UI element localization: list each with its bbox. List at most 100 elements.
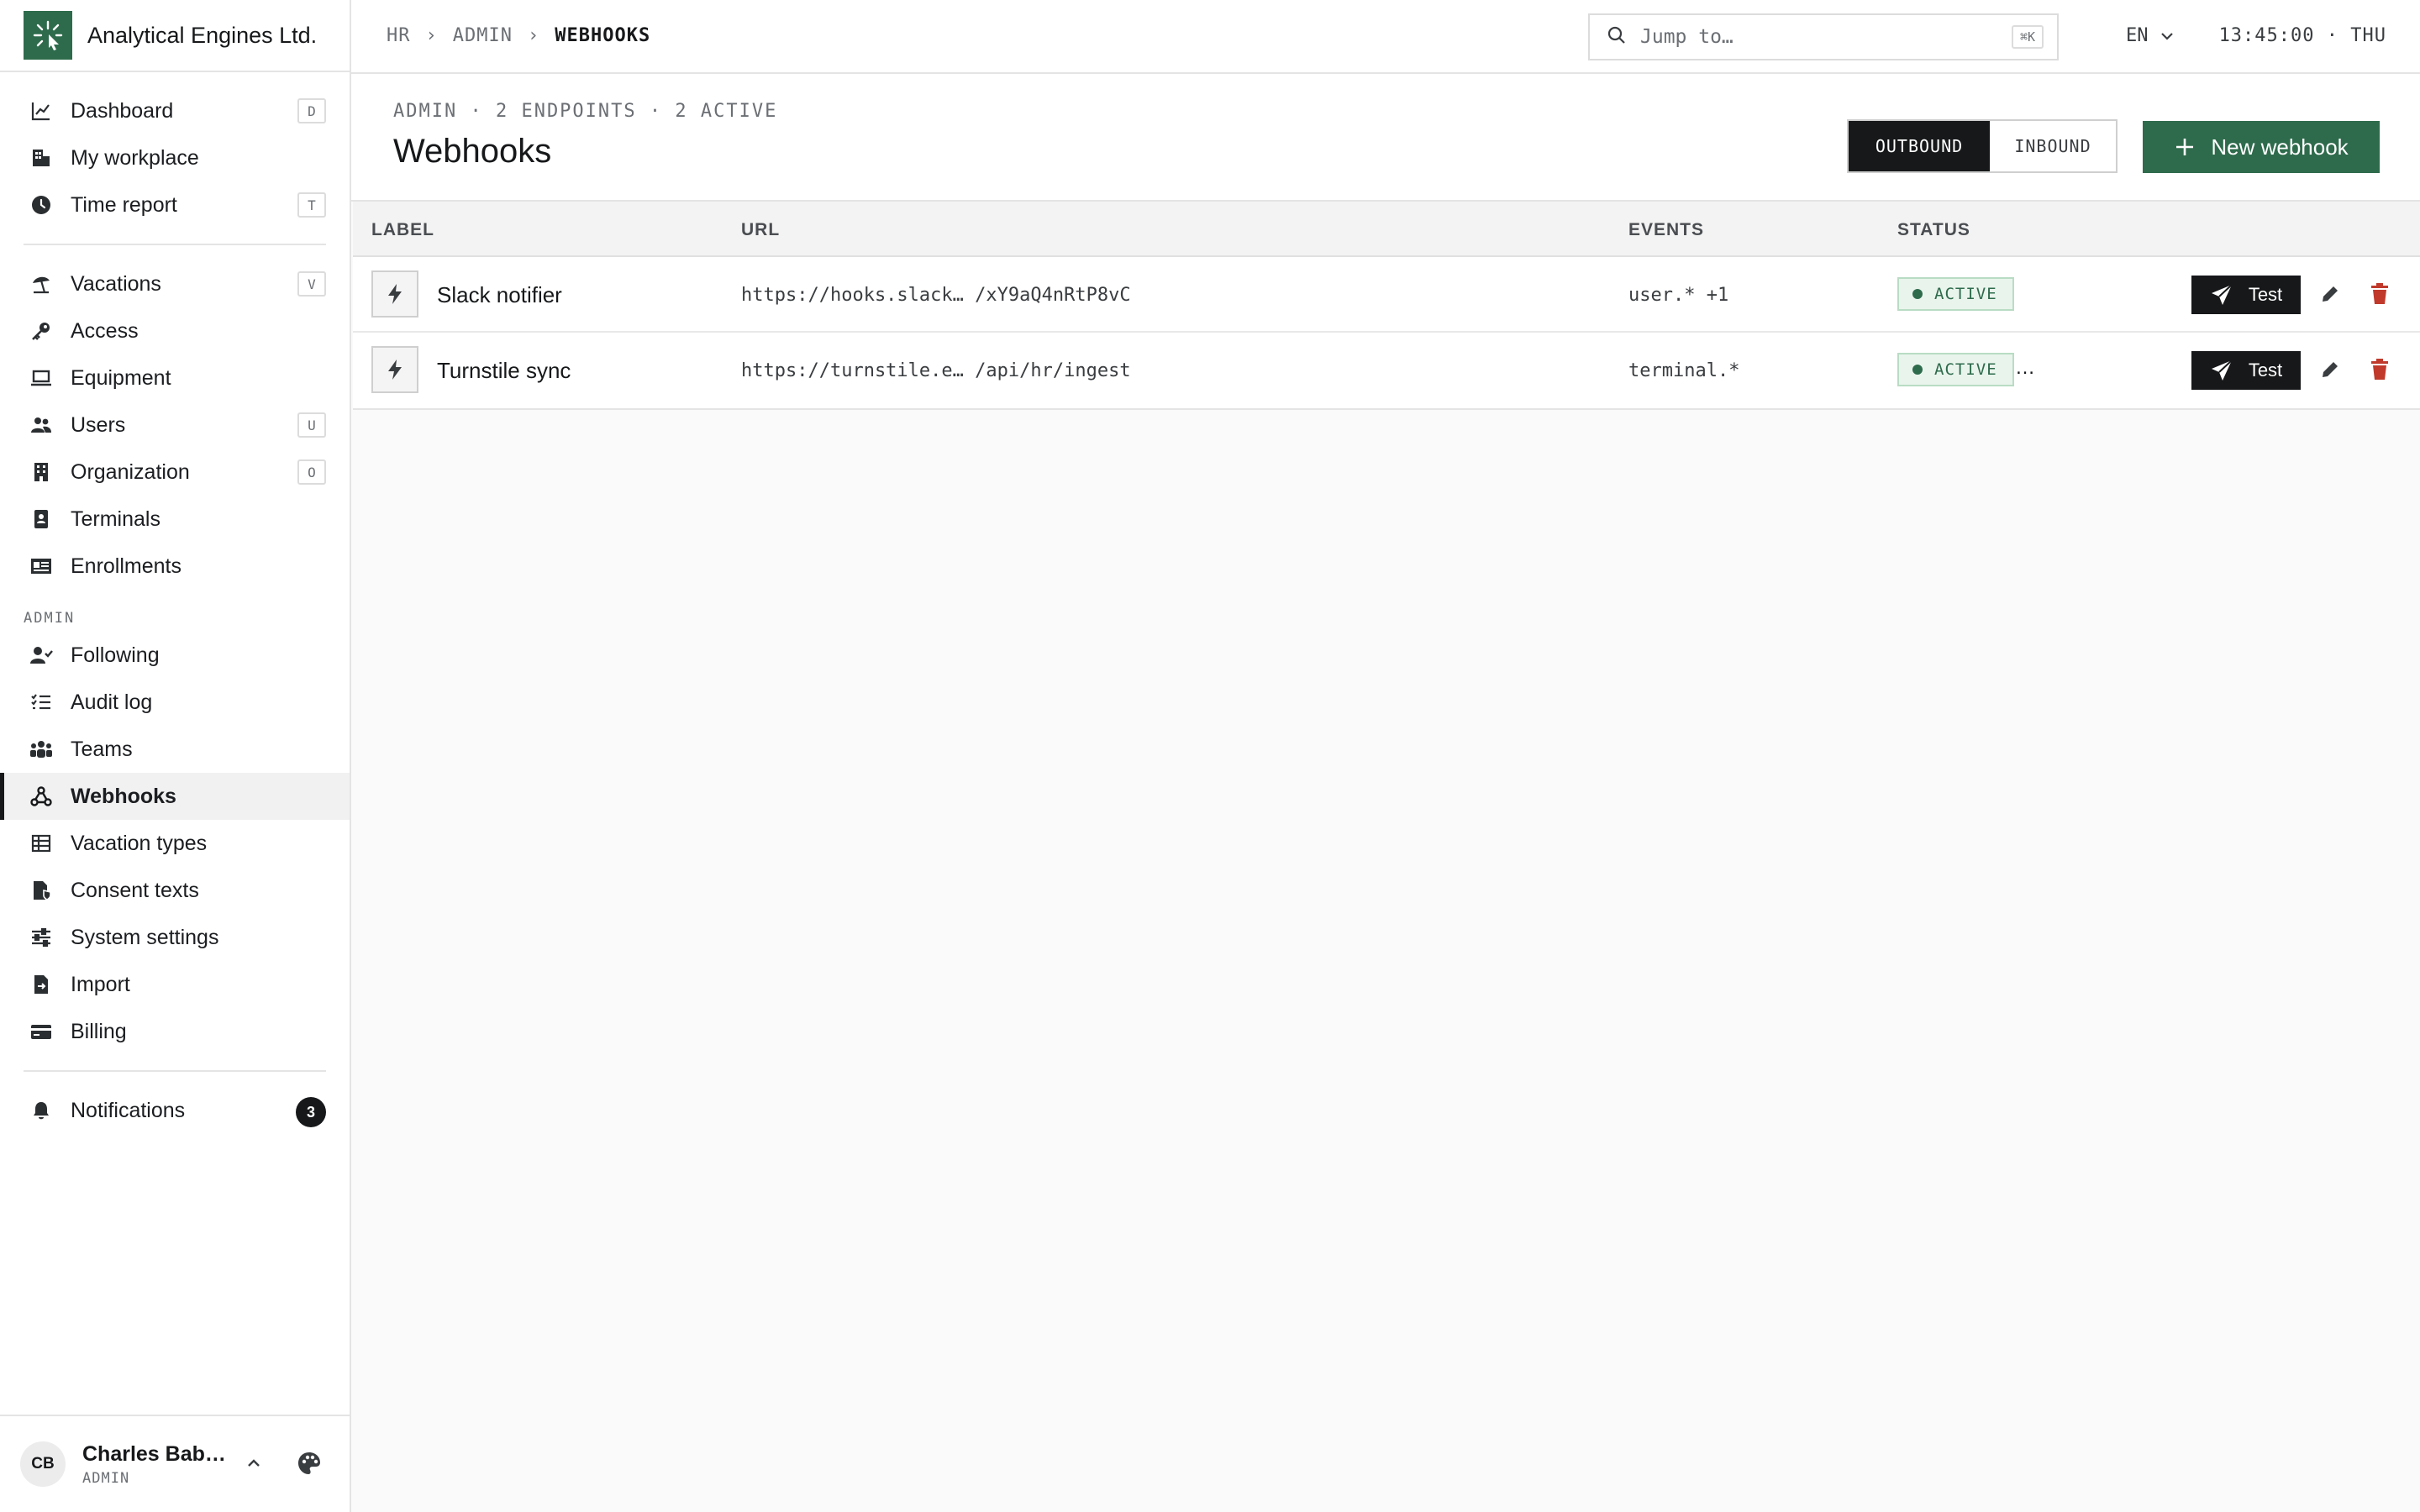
sidebar-item-webhooks[interactable]: Webhooks: [0, 773, 350, 820]
sidebar-item-label: My workplace: [71, 145, 199, 170]
test-webhook-button[interactable]: Test: [2191, 276, 2301, 314]
sidebar-item-label: Consent texts: [71, 878, 199, 902]
sidebar-item-users[interactable]: Users U: [0, 402, 350, 449]
column-header-label: LABEL: [371, 220, 434, 239]
webhook-icon: [29, 784, 54, 809]
key-icon: [29, 318, 54, 344]
pencil-icon[interactable]: [2319, 359, 2341, 385]
sidebar-item-billing[interactable]: Billing: [0, 1008, 350, 1055]
test-webhook-button[interactable]: Test: [2191, 351, 2301, 390]
sidebar-item-label: Equipment: [71, 365, 171, 390]
trash-icon[interactable]: [2370, 283, 2390, 309]
status-text: ACTIVE: [1934, 360, 1997, 379]
search-icon: [1607, 25, 1627, 50]
column-header-status: STATUS: [1897, 220, 1970, 239]
tab-inbound[interactable]: INBOUND: [1990, 121, 2116, 171]
sidebar-item-label: Notifications: [71, 1098, 186, 1122]
language-value: EN: [2126, 25, 2149, 46]
sidebar-item-vacations[interactable]: Vacations V: [0, 260, 350, 307]
webhook-events: terminal.*: [1628, 360, 1740, 381]
shortcut-hint: V: [297, 271, 326, 297]
sidebar-item-dashboard[interactable]: Dashboard D: [0, 87, 350, 134]
direction-toggle: OUTBOUND INBOUND: [1847, 119, 2118, 173]
section-label-admin: ADMIN: [24, 610, 76, 627]
status-dot-icon: [1912, 289, 1923, 299]
chevron-up-icon[interactable]: [244, 1453, 264, 1478]
table-row[interactable]: Turnstile sync https://turnstile.e… /api…: [353, 333, 2420, 408]
column-header-events: EVENTS: [1628, 220, 1705, 239]
team-icon: [29, 737, 54, 762]
sidebar-item-consent-texts[interactable]: Consent texts: [0, 867, 350, 914]
trash-icon[interactable]: [2370, 359, 2390, 385]
sidebar-item-teams[interactable]: Teams: [0, 726, 350, 773]
sidebar-item-enrollments[interactable]: Enrollments: [0, 543, 350, 590]
sidebar-nav: Dashboard D My workplace Time report T V…: [0, 87, 350, 1134]
breadcrumb-item-hr[interactable]: HR: [387, 25, 411, 46]
breadcrumb: HR › ADMIN › WEBHOOKS: [387, 25, 650, 46]
tab-outbound[interactable]: OUTBOUND: [1849, 121, 1990, 171]
user-meta: Charles Bab… ADMIN: [82, 1442, 226, 1487]
clock-icon: [29, 192, 54, 218]
sidebar-item-label: Billing: [71, 1019, 127, 1043]
sidebar-item-system-settings[interactable]: System settings: [0, 914, 350, 961]
sidebar-item-label: Webhooks: [71, 784, 176, 808]
notification-count-badge: 3: [296, 1097, 326, 1127]
sidebar-item-terminals[interactable]: Terminals: [0, 496, 350, 543]
breadcrumb-item-admin[interactable]: ADMIN: [453, 25, 513, 46]
office-building-icon: [29, 459, 54, 485]
sidebar-item-equipment[interactable]: Equipment: [0, 354, 350, 402]
webhook-url: https://turnstile.e… /api/hr/ingest: [741, 360, 1131, 381]
id-card-icon: [29, 554, 54, 579]
sidebar-item-organization[interactable]: Organization O: [0, 449, 350, 496]
sidebar-item-following[interactable]: Following: [0, 632, 350, 679]
brand[interactable]: Analytical Engines Ltd.: [0, 0, 350, 72]
sidebar-item-label: Access: [71, 318, 139, 343]
sidebar-item-label: Teams: [71, 737, 133, 761]
search-input[interactable]: Jump to… ⌘K: [1588, 13, 2059, 60]
sidebar-item-label: System settings: [71, 925, 219, 949]
user-name: Charles Bab…: [82, 1441, 226, 1466]
building-icon: [29, 145, 54, 171]
palette-icon[interactable]: [296, 1450, 323, 1481]
test-label: Test: [2248, 284, 2283, 305]
terminal-device-icon: [29, 507, 54, 532]
sidebar-item-notifications[interactable]: Notifications 3: [0, 1087, 350, 1134]
page-title: Webhooks: [393, 133, 552, 170]
shortcut-hint: U: [297, 412, 326, 438]
search-placeholder: Jump to…: [1640, 26, 1733, 48]
search-shortcut-hint: ⌘K: [2011, 25, 2044, 49]
document-shield-icon: [29, 878, 54, 903]
column-header-url: URL: [741, 220, 781, 239]
table-row[interactable]: Slack notifier https://hooks.slack… /xY9…: [353, 257, 2420, 333]
pencil-icon[interactable]: [2319, 283, 2341, 309]
laptop-icon: [29, 365, 54, 391]
sidebar-item-label: Import: [71, 972, 130, 996]
table-header: LABEL URL EVENTS STATUS: [353, 202, 2420, 257]
sidebar-item-audit-log[interactable]: Audit log: [0, 679, 350, 726]
sidebar-item-label: Organization: [71, 459, 190, 484]
plus-icon: [2174, 136, 2196, 158]
sidebar-item-label: Users: [71, 412, 126, 437]
sidebar-item-my-workplace[interactable]: My workplace: [0, 134, 350, 181]
sidebar-item-access[interactable]: Access: [0, 307, 350, 354]
sidebar-item-import[interactable]: Import: [0, 961, 350, 1008]
new-webhook-button[interactable]: New webhook: [2143, 121, 2380, 173]
sidebar-item-label: Terminals: [71, 507, 160, 531]
user-menu[interactable]: CB Charles Bab… ADMIN: [0, 1415, 350, 1512]
bell-icon: [29, 1098, 54, 1123]
user-role: ADMIN: [82, 1469, 130, 1487]
send-plane-icon: [2210, 359, 2233, 382]
status-dot-icon: [1912, 365, 1923, 375]
webhook-events: user.* +1: [1628, 285, 1729, 306]
sidebar-item-vacation-types[interactable]: Vacation types: [0, 820, 350, 867]
sidebar-item-time-report[interactable]: Time report T: [0, 181, 350, 228]
status-overflow-text: …: [2015, 356, 2035, 379]
clock-readout: 13:45:00 · THU: [2218, 25, 2386, 46]
sliders-icon: [29, 925, 54, 950]
language-select[interactable]: EN: [2126, 25, 2175, 46]
sidebar-divider: [24, 244, 326, 245]
sidebar-item-label: Vacations: [71, 271, 161, 296]
brand-logo-icon: [24, 11, 72, 60]
chart-line-icon: [29, 98, 54, 123]
webhook-label: Turnstile sync: [437, 358, 571, 383]
